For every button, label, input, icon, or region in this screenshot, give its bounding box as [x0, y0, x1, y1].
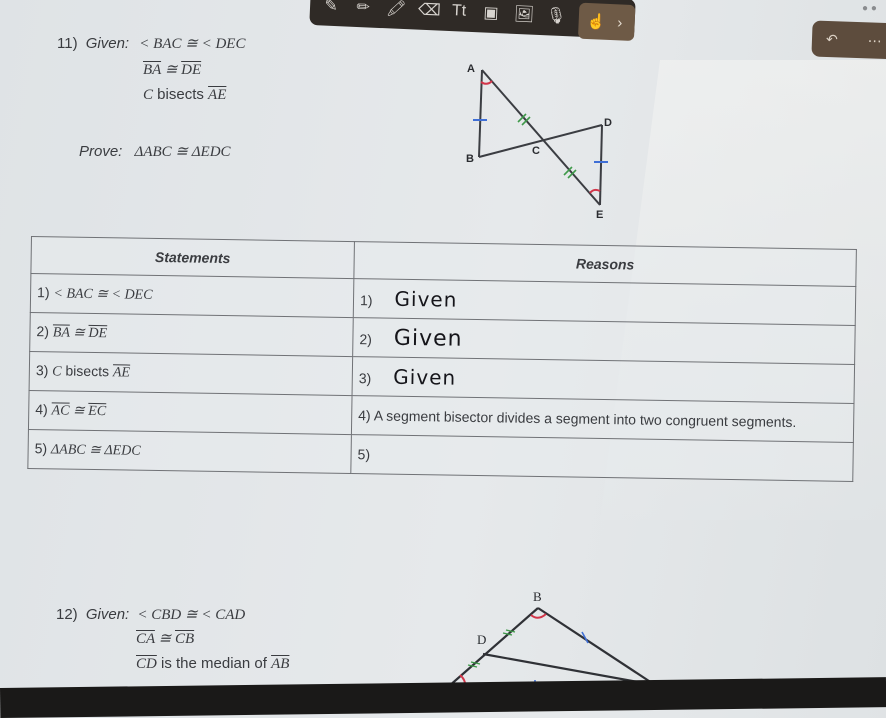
prove-label: Prove:	[79, 143, 123, 160]
handwritten-reason: Given	[394, 286, 458, 312]
reason-cell[interactable]: 3) Given	[352, 356, 855, 404]
segment-DE	[599, 124, 603, 206]
label-C: C	[532, 145, 540, 157]
handwritten-reason: Given	[393, 364, 457, 390]
eraser-icon[interactable]: ⌫	[418, 0, 441, 20]
undo-bar: ↶ ⋯	[811, 20, 886, 60]
angle-B-mark	[530, 613, 547, 619]
proof-table: Statements Reasons 1) < BAC ≅ < DEC 1) Gi…	[27, 236, 857, 482]
given-label: Given:	[85, 606, 130, 623]
angle-A-mark	[480, 80, 493, 85]
screen-bezel	[0, 677, 886, 718]
statement-cell[interactable]: 5) ΔABC ≅ ΔEDC	[27, 429, 352, 474]
label-B: B	[466, 153, 474, 165]
chevron-right-icon[interactable]: ›	[617, 14, 623, 31]
status-icons: ● ●	[862, 3, 877, 14]
hand-tool-group: ☝ ›	[577, 2, 636, 42]
label-D: D	[477, 632, 486, 647]
text-icon[interactable]: Tt	[450, 2, 469, 21]
annotation-toolbar: ✎ ✏ 🖍 ⌫ Tt ▣ 🖼 🎙 ☝ ›	[309, 0, 636, 42]
statement-cell[interactable]: 4) AC ≅ EC	[28, 390, 353, 435]
statement-cell[interactable]: 3) C bisects AE	[29, 351, 353, 396]
angle-E-mark	[589, 188, 601, 194]
pen-underline-icon[interactable]: ✎	[322, 0, 341, 16]
prove-statement: ΔABC ≅ ΔEDC	[134, 144, 231, 160]
given-line-2: BA ≅ DE	[143, 62, 202, 78]
statement-cell[interactable]: 2) BA ≅ DE	[29, 312, 354, 357]
label-B: B	[533, 589, 542, 604]
label-A: A	[467, 63, 475, 75]
microphone-icon[interactable]: 🎙	[545, 5, 567, 26]
problem-number: 11)	[57, 35, 78, 52]
given-line-3: C bisects AE	[143, 86, 227, 103]
more-options-icon[interactable]: ⋯	[867, 32, 882, 49]
prove-line: Prove: ΔABC ≅ ΔEDC	[79, 142, 231, 161]
hand-pointer-icon[interactable]: ☝	[586, 12, 605, 31]
segment-AE	[481, 69, 601, 206]
highlighter-icon[interactable]: 🖍	[386, 0, 407, 19]
handwritten-reason: Given	[393, 325, 463, 352]
undo-icon[interactable]: ↶	[826, 30, 838, 47]
given-line-1: 11) Given: < BAC ≅ < DEC	[57, 35, 246, 52]
statement-cell[interactable]: 1) < BAC ≅ < DEC	[30, 273, 354, 318]
given-line-2: CA ≅ CB	[136, 631, 195, 647]
pencil-icon[interactable]: ✏	[354, 0, 373, 18]
segment-BD	[478, 124, 603, 158]
given-line-1: 12) Given: < CBD ≅ < CAD	[56, 606, 246, 623]
given-line-3: CD is the median of AB	[136, 655, 290, 672]
selection-box-icon[interactable]: ▣	[482, 2, 501, 23]
given-label: Given:	[85, 35, 130, 52]
label-D: D	[604, 117, 612, 129]
label-E: E	[596, 209, 603, 221]
statements-header: Statements	[30, 236, 355, 279]
image-icon[interactable]: 🖼	[514, 4, 535, 25]
bowtie-triangles-diagram: A B C D E	[466, 63, 612, 221]
reason-cell[interactable]: 5)	[350, 434, 854, 482]
